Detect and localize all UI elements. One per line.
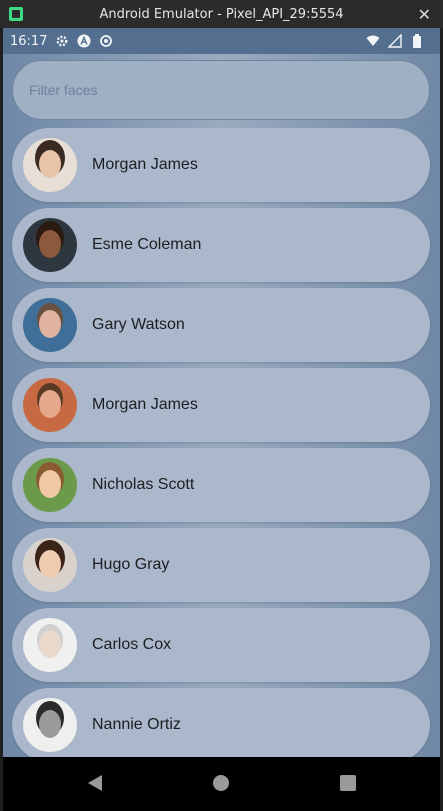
recents-icon[interactable] <box>340 775 356 791</box>
sync-icon <box>99 34 113 48</box>
list-item[interactable]: Nannie Ortiz <box>12 688 430 757</box>
list-item[interactable]: Gary Watson <box>12 288 430 362</box>
window-title: Android Emulator - Pixel_API_29:5554 <box>99 6 344 22</box>
avatar <box>23 378 77 432</box>
avatar <box>23 218 77 272</box>
signal-icon <box>388 34 402 48</box>
avatar <box>23 138 77 192</box>
wifi-icon <box>366 34 380 48</box>
avatar <box>23 298 77 352</box>
face-name: Morgan James <box>92 396 198 413</box>
face-name: Morgan James <box>92 156 198 173</box>
face-name: Carlos Cox <box>92 636 172 653</box>
face-name: Esme Coleman <box>92 236 202 253</box>
face-name: Nannie Ortiz <box>92 716 181 733</box>
home-icon[interactable] <box>213 775 229 791</box>
avatar <box>23 458 77 512</box>
emulator-app-icon <box>9 7 23 21</box>
gear-icon <box>55 34 69 48</box>
list-item[interactable]: Morgan James <box>12 368 430 442</box>
face-name: Gary Watson <box>92 316 185 333</box>
avatar <box>23 698 77 752</box>
navigation-bar <box>3 757 440 811</box>
close-icon[interactable]: ✕ <box>418 5 431 24</box>
avatar <box>23 538 77 592</box>
device-screen: 16:17 Filter faces Morgan James Esme Col… <box>3 28 440 811</box>
list-item[interactable]: Esme Coleman <box>12 208 430 282</box>
status-right-icons <box>366 34 432 48</box>
face-name: Nicholas Scott <box>92 476 195 493</box>
list-item[interactable]: Nicholas Scott <box>12 448 430 522</box>
status-bar: 16:17 <box>3 28 440 54</box>
a-circle-icon <box>77 34 91 48</box>
filter-faces-input[interactable]: Filter faces <box>12 60 430 120</box>
faces-list: Morgan James Esme Coleman Gary Watson Mo… <box>12 128 430 757</box>
filter-placeholder: Filter faces <box>29 82 98 98</box>
back-icon[interactable] <box>88 775 102 791</box>
list-item[interactable]: Morgan James <box>12 128 430 202</box>
list-item[interactable]: Hugo Gray <box>12 528 430 602</box>
faces-screen: Filter faces Morgan James Esme Coleman G… <box>3 54 440 757</box>
status-time: 16:17 <box>10 33 48 49</box>
battery-icon <box>410 34 424 48</box>
avatar <box>23 618 77 672</box>
face-name: Hugo Gray <box>92 556 170 573</box>
list-item[interactable]: Carlos Cox <box>12 608 430 682</box>
emulator-title-bar: Android Emulator - Pixel_API_29:5554 ✕ <box>0 0 443 28</box>
